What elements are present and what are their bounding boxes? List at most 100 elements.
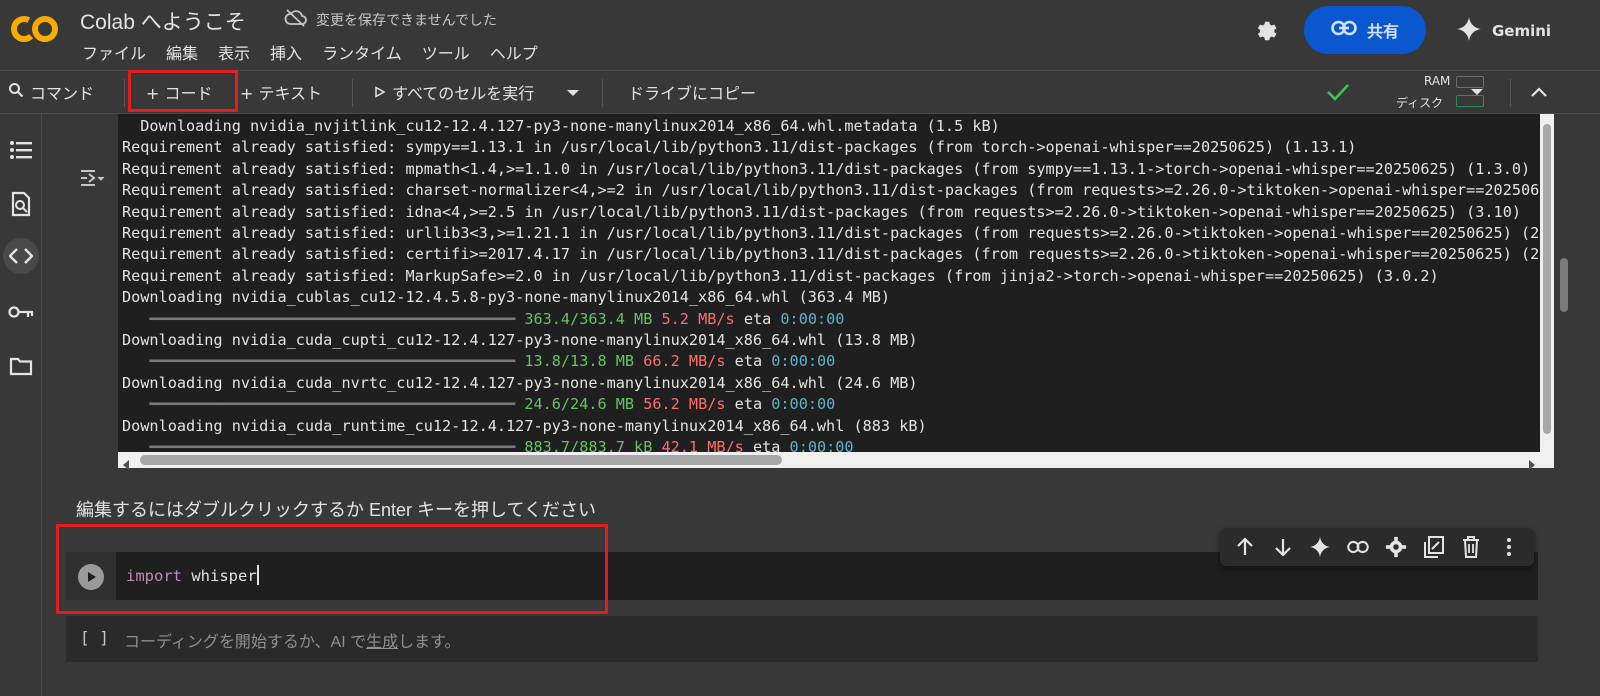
progress-size: 13.8/13.8 MB: [524, 352, 635, 371]
placeholder-prefix: コーディングを開始するか、AI で: [124, 634, 367, 651]
page-scroll-thumb[interactable]: [1560, 258, 1568, 312]
toc-icon[interactable]: [3, 132, 39, 168]
gemini-button[interactable]: Gemini: [1456, 14, 1551, 48]
progress-speed: 5.2 MB/s: [661, 309, 735, 328]
progress-bar: ━━━━━━━━━━━━━━━━━━━━━━━━━━━━━━━━━━━━━━━━: [122, 309, 525, 328]
menu-edit[interactable]: 編集: [166, 40, 198, 64]
colab-logo[interactable]: [10, 14, 60, 44]
copy-to-drive-label: ドライブにコピー: [628, 84, 757, 103]
gemini-sparkle-icon[interactable]: [1308, 535, 1332, 559]
caret-down-icon: [566, 83, 580, 102]
save-status-text: 変更を保存できませんでした: [316, 13, 497, 29]
menubar: ファイル 編集 表示 挿入 ランタイム ツール ヘルプ: [82, 40, 538, 64]
copy-to-drive-button[interactable]: ドライブにコピー: [628, 71, 756, 113]
collapse-header-chevron-up-icon[interactable]: [1530, 71, 1560, 113]
progress-eta-label: eta: [743, 309, 772, 328]
link-icon: [1331, 20, 1357, 40]
add-text-button[interactable]: + テキスト: [240, 71, 322, 113]
empty-code-cell[interactable]: [ ] コーディングを開始するか、AI で生成します。: [66, 616, 1538, 662]
output-line: Downloading nvidia_cuda_runtime_cu12-12.…: [122, 416, 927, 435]
run-all-button[interactable]: すべてのセルを実行: [374, 71, 534, 113]
save-status[interactable]: 変更を保存できませんでした: [284, 6, 497, 34]
output-line: Downloading nvidia_cublas_cu12-12.4.5.8-…: [122, 288, 891, 307]
progress-eta: 0:00:00: [771, 395, 836, 414]
secrets-key-icon[interactable]: [3, 294, 39, 330]
output-vertical-scroll-thumb[interactable]: [1543, 124, 1551, 434]
output-line: Requirement already satisfied: certifi>=…: [122, 245, 1540, 264]
disk-label: ディスク: [1396, 96, 1444, 110]
toolbar-divider: [352, 79, 353, 107]
play-outline-icon: [374, 83, 386, 102]
progress-eta-label: eta: [734, 352, 763, 371]
run-all-dropdown[interactable]: [566, 71, 580, 113]
progress-eta: 0:00:00: [771, 352, 836, 371]
output-line: Requirement already satisfied: idna<4,>=…: [122, 202, 1521, 221]
move-up-icon[interactable]: [1233, 535, 1257, 559]
download-progress-line: ━━━━━━━━━━━━━━━━━━━━━━━━━━━━━━━━━━━━━━━━…: [122, 394, 1540, 415]
menu-tools[interactable]: ツール: [422, 40, 470, 64]
header: Colab へようこそ 変更を保存できませんでした ファイル 編集 表示 挿入 …: [0, 0, 1600, 68]
output-vertical-scrollbar[interactable]: [1540, 114, 1554, 468]
execution-count-brackets: [ ]: [80, 628, 109, 647]
move-down-icon[interactable]: [1271, 535, 1295, 559]
mirror-cell-icon[interactable]: [1422, 535, 1446, 559]
toolbar-divider: [124, 79, 125, 107]
notebook-toolbar: コマンド + コード + テキスト すべてのセルを実行 ドライブにコピー: [0, 70, 1600, 114]
menu-help[interactable]: ヘルプ: [490, 40, 538, 64]
command-palette-button[interactable]: コマンド: [8, 71, 94, 113]
progress-bar: ━━━━━━━━━━━━━━━━━━━━━━━━━━━━━━━━━━━━━━━━: [122, 395, 525, 414]
progress-speed: 56.2 MB/s: [643, 395, 726, 414]
search-icon: [8, 82, 24, 102]
progress-eta: 0:00:00: [780, 309, 845, 328]
generate-link[interactable]: 生成: [366, 634, 398, 651]
ram-label: RAM: [1424, 74, 1451, 88]
download-progress-line: ━━━━━━━━━━━━━━━━━━━━━━━━━━━━━━━━━━━━━━━━…: [122, 309, 1540, 330]
cell-output[interactable]: Downloading nvidia_nvjitlink_cu12-12.4.1…: [118, 114, 1540, 454]
cloud-off-icon: [284, 8, 308, 32]
settings-icon[interactable]: [1384, 535, 1408, 559]
placeholder-suffix: します。: [398, 634, 461, 651]
output-line: Requirement already satisfied: MarkupSaf…: [122, 266, 1439, 285]
code-snippets-icon[interactable]: [3, 238, 39, 274]
disk-meter[interactable]: [1456, 95, 1484, 107]
menu-file[interactable]: ファイル: [82, 40, 146, 64]
menu-insert[interactable]: 挿入: [270, 40, 302, 64]
ram-meter[interactable]: [1456, 76, 1484, 88]
output-line: Downloading nvidia_nvjitlink_cu12-12.4.1…: [122, 117, 1000, 135]
notebook-title[interactable]: Colab へようこそ: [80, 6, 246, 36]
cell-toolbar: [1220, 528, 1534, 566]
code-cell-highlight-box: [56, 524, 608, 614]
add-text-label: + テキスト: [240, 84, 323, 103]
output-horizontal-scroll-thumb[interactable]: [140, 455, 782, 465]
scroll-left-arrow-icon[interactable]: [121, 455, 131, 474]
text-cell-placeholder[interactable]: 編集するにはダブルクリックするか Enter キーを押してください: [76, 496, 596, 522]
output-line: Requirement already satisfied: mpmath<1.…: [122, 159, 1531, 178]
scroll-right-arrow-icon[interactable]: [1527, 455, 1537, 474]
run-all-label: すべてのセルを実行: [392, 84, 535, 103]
progress-eta-label: eta: [734, 395, 763, 414]
more-vert-icon[interactable]: [1497, 535, 1521, 559]
settings-gear-icon[interactable]: [1250, 16, 1280, 46]
share-button[interactable]: 共有: [1304, 6, 1426, 54]
output-line: Downloading nvidia_cuda_cupti_cu12-12.4.…: [122, 331, 918, 350]
download-progress-line: ━━━━━━━━━━━━━━━━━━━━━━━━━━━━━━━━━━━━━━━━…: [122, 351, 1540, 372]
output-line: Requirement already satisfied: sympy==1.…: [122, 138, 1357, 157]
gemini-label: Gemini: [1492, 22, 1552, 40]
output-actions-icon[interactable]: [80, 168, 106, 188]
menu-runtime[interactable]: ランタイム: [322, 40, 402, 64]
link-icon[interactable]: [1346, 535, 1370, 559]
find-icon[interactable]: [3, 186, 39, 222]
output-line: Requirement already satisfied: charset-n…: [122, 181, 1540, 200]
files-folder-icon[interactable]: [3, 348, 39, 384]
toolbar-divider: [602, 79, 603, 107]
menu-view[interactable]: 表示: [218, 40, 250, 64]
output-horizontal-scrollbar[interactable]: [118, 452, 1540, 470]
output-text: Downloading nvidia_nvjitlink_cu12-12.4.1…: [122, 116, 1540, 454]
left-sidebar: [0, 114, 42, 696]
delete-icon[interactable]: [1459, 535, 1483, 559]
empty-cell-placeholder: コーディングを開始するか、AI で生成します。: [124, 628, 461, 652]
share-label: 共有: [1366, 22, 1399, 41]
progress-size: 24.6/24.6 MB: [524, 395, 635, 414]
toolbar-divider: [1510, 79, 1511, 107]
gemini-sparkle-icon: [1456, 16, 1482, 46]
